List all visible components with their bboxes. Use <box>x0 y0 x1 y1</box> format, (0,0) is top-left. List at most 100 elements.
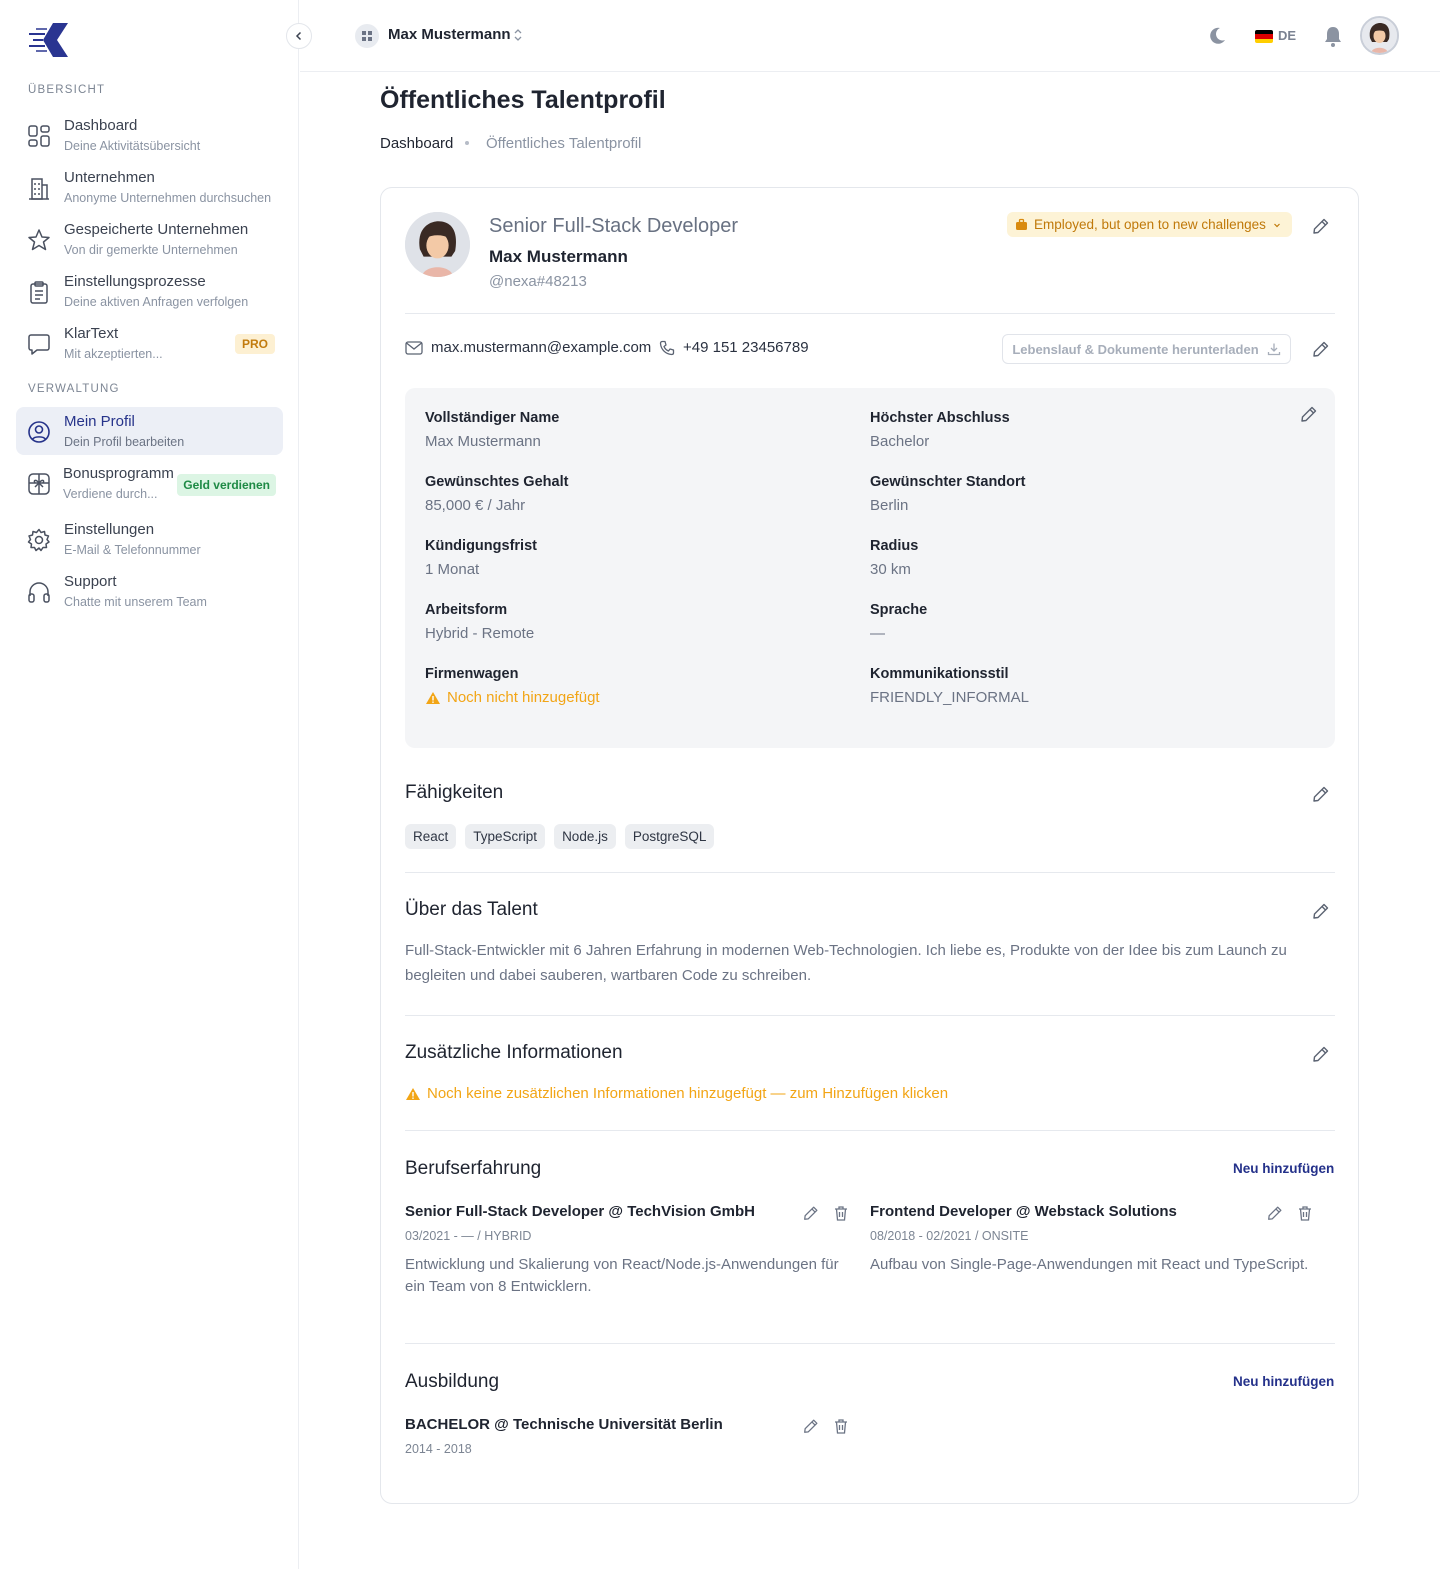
field-label: Höchster Abschluss <box>870 410 1010 426</box>
breadcrumb-dashboard[interactable]: Dashboard <box>380 135 453 152</box>
field-value: Max Mustermann <box>425 433 541 450</box>
profile-handle: @nexa#48213 <box>489 273 587 290</box>
clipboard-icon <box>30 281 48 304</box>
skill-tag: Node.js <box>554 824 616 849</box>
about-section-title: Über das Talent <box>405 899 538 920</box>
warning-triangle-icon <box>406 1087 420 1100</box>
avatar-illustration-icon <box>1362 18 1397 53</box>
sidebar-item-subtitle: Von dir gemerkte Unternehmen <box>64 243 238 257</box>
about-text: Full-Stack-Entwickler mit 6 Jahren Erfah… <box>405 942 1287 984</box>
education-item-title: BACHELOR @ Technische Universität Berlin <box>405 1416 723 1433</box>
sidebar-item-subtitle: Verdiene durch... <box>63 487 158 501</box>
field-value: — <box>870 625 885 642</box>
skill-tag: PostgreSQL <box>624 824 715 849</box>
sidebar-item-support[interactable]: Support Chatte mit unserem Team <box>16 567 283 615</box>
field-full-name: Vollständiger Name Max Mustermann <box>425 410 559 450</box>
delete-experience-trash-icon[interactable] <box>832 1204 850 1222</box>
field-value: Bachelor <box>870 433 930 450</box>
sidebar-item-klartext[interactable]: KlarText Mit akzeptierten... PRO <box>16 319 283 367</box>
divider <box>405 1015 1335 1016</box>
experience-item-meta: 08/2018 - 02/2021 / ONSITE <box>870 1229 1029 1243</box>
dark-mode-toggle-icon[interactable] <box>1206 25 1228 47</box>
chevron-left-icon <box>295 31 302 41</box>
user-circle-icon <box>28 421 50 443</box>
divider <box>405 1343 1335 1344</box>
add-education-link[interactable]: Neu hinzufügen <box>1233 1374 1334 1389</box>
edit-experience-pencil-icon[interactable] <box>1266 1204 1284 1222</box>
breadcrumb-current: Öffentliches Talentprofil <box>486 135 642 152</box>
field-notice-period: Kündigungsfrist 1 Monat <box>425 538 537 578</box>
sidebar: ÜBERSICHT Dashboard Deine Aktivitätsüber… <box>0 0 299 1569</box>
skill-tag: TypeScript <box>465 824 546 849</box>
field-radius: Radius 30 km <box>870 538 918 578</box>
notification-bell-icon[interactable] <box>1322 24 1344 48</box>
sidebar-item-bonus-program[interactable]: Bonusprogramm Verdiene durch... Geld ver… <box>16 459 283 507</box>
sidebar-item-subtitle: Chatte mit unserem Team <box>64 595 207 609</box>
education-item-meta: 2014 - 2018 <box>405 1442 472 1456</box>
field-label: Kommunikationsstil <box>870 666 1009 682</box>
earn-money-badge: Geld verdienen <box>177 474 276 496</box>
field-value: FRIENDLY_INFORMAL <box>870 689 1029 706</box>
field-value: 30 km <box>870 561 911 578</box>
field-warning[interactable]: Noch nicht hinzugefügt <box>425 689 600 706</box>
delete-experience-trash-icon[interactable] <box>1296 1204 1314 1222</box>
gift-icon <box>28 473 50 495</box>
german-flag-icon[interactable] <box>1255 30 1273 43</box>
field-language: Sprache — <box>870 602 927 642</box>
edit-details-pencil-icon[interactable] <box>1299 404 1319 424</box>
download-cv-button[interactable]: Lebenslauf & Dokumente herunterladen <box>1002 334 1291 364</box>
sidebar-item-subtitle: E-Mail & Telefonnummer <box>64 543 201 557</box>
contact-email: max.mustermann@example.com <box>405 339 651 356</box>
edit-experience-pencil-icon[interactable] <box>802 1204 820 1222</box>
availability-status-dropdown[interactable]: Employed, but open to new challenges <box>1007 212 1292 237</box>
brand-logo[interactable] <box>27 20 71 60</box>
delete-education-trash-icon[interactable] <box>832 1417 850 1435</box>
edit-skills-pencil-icon[interactable] <box>1311 784 1331 804</box>
edit-contact-pencil-icon[interactable] <box>1311 339 1331 359</box>
sidebar-collapse-button[interactable] <box>286 23 312 49</box>
field-value: 85,000 € / Jahr <box>425 497 526 514</box>
sidebar-item-subtitle: Mit akzeptierten... <box>64 347 163 361</box>
language-selector[interactable]: DE <box>1278 28 1296 43</box>
sidebar-item-label: Gespeicherte Unternehmen <box>64 221 249 238</box>
edit-about-pencil-icon[interactable] <box>1311 901 1331 921</box>
sidebar-item-hiring-processes[interactable]: Einstellungsprozesse Deine aktiven Anfra… <box>16 267 283 315</box>
profile-role: Senior Full-Stack Developer <box>489 215 738 237</box>
chevron-up-down-icon[interactable] <box>512 26 524 44</box>
add-experience-link[interactable]: Neu hinzufügen <box>1233 1161 1334 1176</box>
sidebar-item-dashboard[interactable]: Dashboard Deine Aktivitätsübersicht <box>16 111 283 159</box>
field-label: Kündigungsfrist <box>425 538 537 554</box>
grid-icon <box>362 31 372 41</box>
sidebar-item-subtitle: Deine aktiven Anfragen verfolgen <box>64 295 249 309</box>
field-warning-text: Noch nicht hinzugefügt <box>447 689 600 706</box>
edit-header-pencil-icon[interactable] <box>1311 216 1331 236</box>
edit-education-pencil-icon[interactable] <box>802 1417 820 1435</box>
dashboard-grid-icon <box>28 125 50 147</box>
field-label: Radius <box>870 538 919 554</box>
field-label: Vollständiger Name <box>425 410 560 426</box>
sidebar-item-saved-companies[interactable]: Gespeicherte Unternehmen Von dir gemerkt… <box>16 215 283 263</box>
field-label: Sprache <box>870 602 928 618</box>
sidebar-item-my-profile[interactable]: Mein Profil Dein Profil bearbeiten <box>16 407 283 455</box>
sidebar-item-subtitle: Dein Profil bearbeiten <box>64 435 185 449</box>
sidebar-item-settings[interactable]: Einstellungen E-Mail & Telefonnummer <box>16 515 283 563</box>
pro-badge: PRO <box>234 334 275 354</box>
user-avatar[interactable] <box>1360 16 1399 55</box>
divider <box>405 1130 1335 1131</box>
gear-icon <box>27 528 50 552</box>
skill-tag: React <box>405 824 457 849</box>
sidebar-item-companies[interactable]: Unternehmen Anonyme Unternehmen durchsuc… <box>16 163 283 211</box>
additional-info-empty-text: Noch keine zusätzlichen Informationen hi… <box>427 1085 949 1102</box>
field-work-mode: Arbeitsform Hybrid - Remote <box>425 602 534 642</box>
phone-value: +49 151 23456789 <box>683 339 809 356</box>
chevron-down-icon <box>1273 223 1280 227</box>
warning-triangle-icon <box>426 691 440 704</box>
skills-section-title: Fähigkeiten <box>405 782 504 803</box>
additional-info-empty-link[interactable]: Noch keine zusätzlichen Informationen hi… <box>405 1085 948 1102</box>
sidebar-item-label: Unternehmen <box>64 169 155 186</box>
field-value: Berlin <box>870 497 909 514</box>
workspace-icon[interactable] <box>355 24 379 48</box>
workspace-switcher-label[interactable]: Max Mustermann <box>388 26 511 43</box>
edit-additional-pencil-icon[interactable] <box>1311 1044 1331 1064</box>
skills-tag-list: React TypeScript Node.js PostgreSQL <box>405 824 715 849</box>
